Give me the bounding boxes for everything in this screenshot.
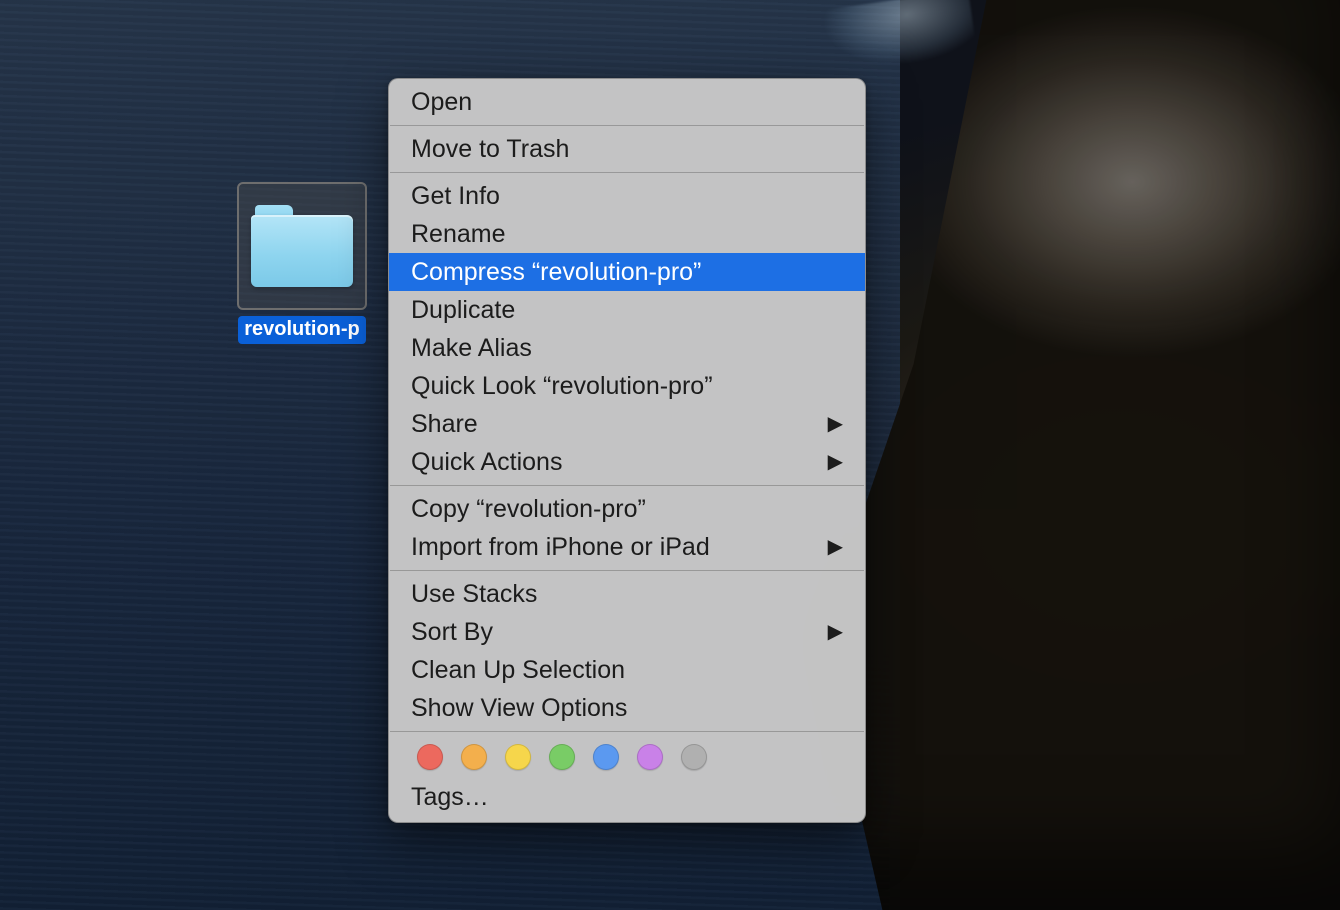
menu-item-make-alias[interactable]: Make Alias	[389, 329, 865, 367]
menu-item-copy[interactable]: Copy “revolution-pro”	[389, 490, 865, 528]
menu-item-share[interactable]: Share ▶	[389, 405, 865, 443]
menu-item-label: Move to Trash	[411, 137, 843, 162]
menu-item-label: Use Stacks	[411, 582, 843, 607]
menu-item-rename[interactable]: Rename	[389, 215, 865, 253]
menu-item-use-stacks[interactable]: Use Stacks	[389, 575, 865, 613]
tag-dot-gray[interactable]	[681, 744, 707, 770]
menu-separator	[390, 125, 864, 126]
tag-dot-red[interactable]	[417, 744, 443, 770]
folder-label: revolution-p	[238, 316, 366, 344]
menu-item-label: Quick Actions	[411, 450, 816, 475]
desktop-folder-selected[interactable]: revolution-p	[237, 182, 367, 349]
chevron-right-icon: ▶	[828, 622, 843, 642]
menu-item-label: Clean Up Selection	[411, 658, 843, 683]
menu-item-label: Make Alias	[411, 336, 843, 361]
menu-item-label: Get Info	[411, 184, 843, 209]
menu-item-quick-actions[interactable]: Quick Actions ▶	[389, 443, 865, 481]
menu-item-label: Compress “revolution-pro”	[411, 260, 843, 285]
chevron-right-icon: ▶	[828, 452, 843, 472]
tag-dot-orange[interactable]	[461, 744, 487, 770]
menu-item-label: Share	[411, 412, 816, 437]
menu-item-quick-look[interactable]: Quick Look “revolution-pro”	[389, 367, 865, 405]
folder-icon	[251, 205, 353, 287]
menu-item-move-to-trash[interactable]: Move to Trash	[389, 130, 865, 168]
menu-item-label: Quick Look “revolution-pro”	[411, 374, 843, 399]
tag-dot-blue[interactable]	[593, 744, 619, 770]
tag-color-row	[389, 736, 865, 778]
menu-item-label: Duplicate	[411, 298, 843, 323]
menu-item-compress[interactable]: Compress “revolution-pro”	[389, 253, 865, 291]
menu-item-clean-up-selection[interactable]: Clean Up Selection	[389, 651, 865, 689]
menu-separator	[390, 172, 864, 173]
tag-dot-green[interactable]	[549, 744, 575, 770]
menu-item-get-info[interactable]: Get Info	[389, 177, 865, 215]
chevron-right-icon: ▶	[828, 414, 843, 434]
menu-item-label: Sort By	[411, 620, 816, 645]
menu-item-label: Tags…	[411, 785, 843, 810]
menu-item-label: Open	[411, 90, 843, 115]
context-menu: Open Move to Trash Get Info Rename Compress …	[388, 78, 866, 823]
menu-item-label: Import from iPhone or iPad	[411, 535, 816, 560]
menu-item-label: Copy “revolution-pro”	[411, 497, 843, 522]
folder-selection-highlight	[237, 182, 367, 310]
menu-item-label: Show View Options	[411, 696, 843, 721]
menu-item-show-view-options[interactable]: Show View Options	[389, 689, 865, 727]
menu-item-duplicate[interactable]: Duplicate	[389, 291, 865, 329]
menu-item-label: Rename	[411, 222, 843, 247]
menu-item-import-from-device[interactable]: Import from iPhone or iPad ▶	[389, 528, 865, 566]
menu-separator	[390, 731, 864, 732]
menu-item-sort-by[interactable]: Sort By ▶	[389, 613, 865, 651]
menu-item-tags[interactable]: Tags…	[389, 778, 865, 816]
tag-dot-purple[interactable]	[637, 744, 663, 770]
menu-item-open[interactable]: Open	[389, 83, 865, 121]
chevron-right-icon: ▶	[828, 537, 843, 557]
menu-separator	[390, 485, 864, 486]
menu-separator	[390, 570, 864, 571]
tag-dot-yellow[interactable]	[505, 744, 531, 770]
